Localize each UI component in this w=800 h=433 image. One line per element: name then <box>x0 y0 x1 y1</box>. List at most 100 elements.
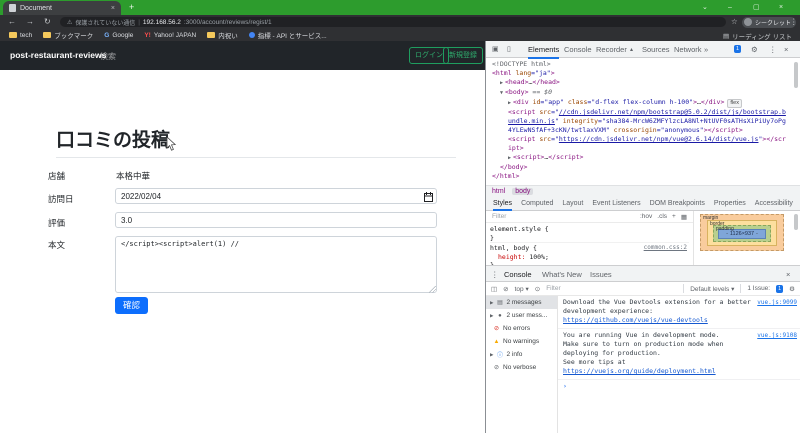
console-sidebar-toggle-icon[interactable]: ◫ <box>491 285 497 293</box>
more-tabs-icon[interactable]: » <box>704 45 708 54</box>
window-close-icon[interactable]: × <box>779 4 783 11</box>
tab-close-icon[interactable]: × <box>111 5 115 12</box>
eye-icon[interactable]: ⊙ <box>535 285 540 293</box>
vue-src-link[interactable]: https://cdn.jsdelivr.net/npm/vue@2.6.14/… <box>559 135 759 143</box>
tab-console[interactable]: Console <box>564 45 592 54</box>
drawer-tab-whats-new[interactable]: What's New <box>542 270 582 279</box>
window-pin-icon[interactable]: ⌄ <box>702 4 708 11</box>
body-textarea[interactable]: </script><script>alert(1) // <box>115 236 437 293</box>
drawer-menu-icon[interactable]: ⋮ <box>491 270 499 279</box>
drawer-close-icon[interactable]: × <box>786 270 790 279</box>
inspect-element-icon[interactable]: ▣ <box>492 45 499 53</box>
message-source-link[interactable]: vue.js:9099 <box>757 298 797 307</box>
deployment-tips-link[interactable]: https://vuejs.org/guide/deployment.html <box>563 367 716 375</box>
confirm-button[interactable]: 確認 <box>115 297 149 314</box>
grid-icon[interactable]: ▦ <box>681 213 687 221</box>
tab-layout[interactable]: Layout <box>562 200 583 207</box>
browser-tab[interactable]: Document × <box>3 1 121 15</box>
expand-icon[interactable]: ▶ <box>508 100 511 106</box>
not-secure-icon[interactable]: ⚠ <box>67 19 72 26</box>
nav-search-link[interactable]: 検索 <box>100 51 116 62</box>
sidebar-info[interactable]: ▶ ⓘ 2 info <box>486 348 557 361</box>
bookmark-yahoo[interactable]: Y! Yahoo! JAPAN <box>144 32 196 39</box>
tab-sources[interactable]: Sources <box>642 45 670 54</box>
bookmark-folder[interactable]: ブックマーク <box>43 30 93 40</box>
tab-elements[interactable]: Elements <box>528 45 560 59</box>
sidebar-verbose[interactable]: ⊘ No verbose <box>486 361 557 374</box>
tab-recorder[interactable]: Recorder <box>596 45 627 54</box>
devtools-close-icon[interactable]: × <box>784 45 788 54</box>
calendar-icon[interactable] <box>424 192 433 202</box>
message-source-link[interactable]: vue.js:9108 <box>757 331 797 340</box>
devtools-github-link[interactable]: https://github.com/vuejs/vue-devtools <box>563 316 708 324</box>
tab-network[interactable]: Network <box>674 45 702 54</box>
crumb-html[interactable]: html <box>492 188 505 195</box>
elements-scrollbar[interactable] <box>794 62 798 88</box>
issues-counter-label[interactable]: 1 Issue: <box>747 285 770 292</box>
sidebar-all-messages[interactable]: ▶ ▤ 2 messages <box>486 296 557 309</box>
console-settings-icon[interactable]: ⚙ <box>789 285 795 293</box>
textarea-resize-handle[interactable] <box>429 286 436 293</box>
drawer-tab-console[interactable]: Console <box>504 270 532 284</box>
box-padding[interactable]: padding - 1126×937 - <box>713 225 771 242</box>
crumb-body[interactable]: body <box>512 188 534 195</box>
clear-console-icon[interactable]: ⊘ <box>503 285 508 293</box>
window-minimize-icon[interactable]: – <box>728 4 732 11</box>
device-toolbar-icon[interactable]: ▯ <box>507 45 511 53</box>
console-prompt[interactable]: › <box>558 380 800 393</box>
tab-computed[interactable]: Computed <box>521 200 553 207</box>
register-button[interactable]: 新規登録 <box>443 47 483 64</box>
bookmark-api-metrics[interactable]: 指標 - API とサービス... <box>248 30 327 40</box>
address-bar[interactable]: ⚠ 保護されていない通信 | 192.168.56.2 :3000/accoun… <box>60 17 726 27</box>
bookmark-google[interactable]: G Google <box>104 32 133 39</box>
cls-toggle[interactable]: .cls <box>657 213 667 220</box>
sidebar-user-messages[interactable]: ▶ ● 2 user mess... <box>486 309 557 322</box>
site-brand[interactable]: post-restaurant-reviews <box>10 50 106 60</box>
box-margin[interactable]: margin border padding - 1126×937 - <box>700 214 784 251</box>
sidebar-warnings[interactable]: ▲ No warnings <box>486 335 557 348</box>
issues-counter-badge[interactable]: 1 <box>776 284 784 293</box>
property-name[interactable]: height: <box>490 253 525 261</box>
issues-badge[interactable]: 1 <box>734 45 742 53</box>
devtools-menu-icon[interactable]: ⋮ <box>769 45 777 54</box>
bookmark-uchiiwai[interactable]: 内祝い <box>207 30 238 40</box>
property-value[interactable]: 100%; <box>525 253 549 261</box>
reload-icon[interactable]: ↻ <box>44 17 51 26</box>
collapse-icon[interactable]: ▼ <box>500 90 503 96</box>
console-message-dev-mode[interactable]: vue.js:9108 You are running Vue in devel… <box>558 329 800 380</box>
box-border[interactable]: border padding - 1126×937 - <box>707 220 777 246</box>
drawer-tab-issues[interactable]: Issues <box>590 270 612 279</box>
forward-icon[interactable]: → <box>26 17 34 26</box>
sidebar-errors[interactable]: ⊘ No errors <box>486 322 557 335</box>
devtools-settings-icon[interactable]: ⚙ <box>751 45 758 54</box>
tab-event-listeners[interactable]: Event Listeners <box>592 200 640 207</box>
tab-accessibility[interactable]: Accessibility <box>755 200 793 207</box>
reading-list-button[interactable]: ▤ リーディング リスト <box>723 31 792 41</box>
bookmark-star-icon[interactable]: ☆ <box>731 17 738 26</box>
flex-badge[interactable]: flex <box>727 99 742 108</box>
console-filter-input[interactable]: Filter <box>546 285 677 292</box>
new-tab-button[interactable]: + <box>129 2 134 12</box>
rule-html-body[interactable]: common.css:2 html, body { height: 100%; … <box>490 244 689 265</box>
context-selector[interactable]: top ▾ <box>515 285 529 293</box>
tab-properties[interactable]: Properties <box>714 200 746 207</box>
visit-date-input[interactable] <box>115 188 437 204</box>
back-icon[interactable]: ← <box>8 17 16 26</box>
profile-chip[interactable]: シークレット <box>742 16 797 28</box>
expand-icon[interactable]: ▶ <box>508 155 511 161</box>
body-tag[interactable]: <body> <box>505 88 528 96</box>
stylesheet-link[interactable]: common.css:2 <box>644 244 687 253</box>
console-message-vue-devtools[interactable]: vue.js:9099 Download the Vue Devtools ex… <box>558 296 800 329</box>
expand-icon[interactable]: ▶ <box>500 80 503 86</box>
bookmark-tech[interactable]: tech <box>9 32 32 39</box>
browser-menu-icon[interactable]: ⋮ <box>790 17 798 26</box>
rule-element-style[interactable]: element.style { } <box>490 225 689 243</box>
tab-dom-breakpoints[interactable]: DOM Breakpoints <box>650 200 705 207</box>
tab-styles[interactable]: Styles <box>493 200 513 211</box>
hov-toggle[interactable]: :hov <box>640 213 652 220</box>
levels-dropdown[interactable]: Default levels ▾ <box>690 285 734 293</box>
elements-tree[interactable]: <!DOCTYPE html> <html lang="ja"> ▶ <head>… <box>486 58 800 185</box>
rating-input[interactable] <box>115 212 437 228</box>
styles-scrollbar[interactable] <box>794 214 798 230</box>
styles-filter-input[interactable]: Filter <box>492 213 635 220</box>
